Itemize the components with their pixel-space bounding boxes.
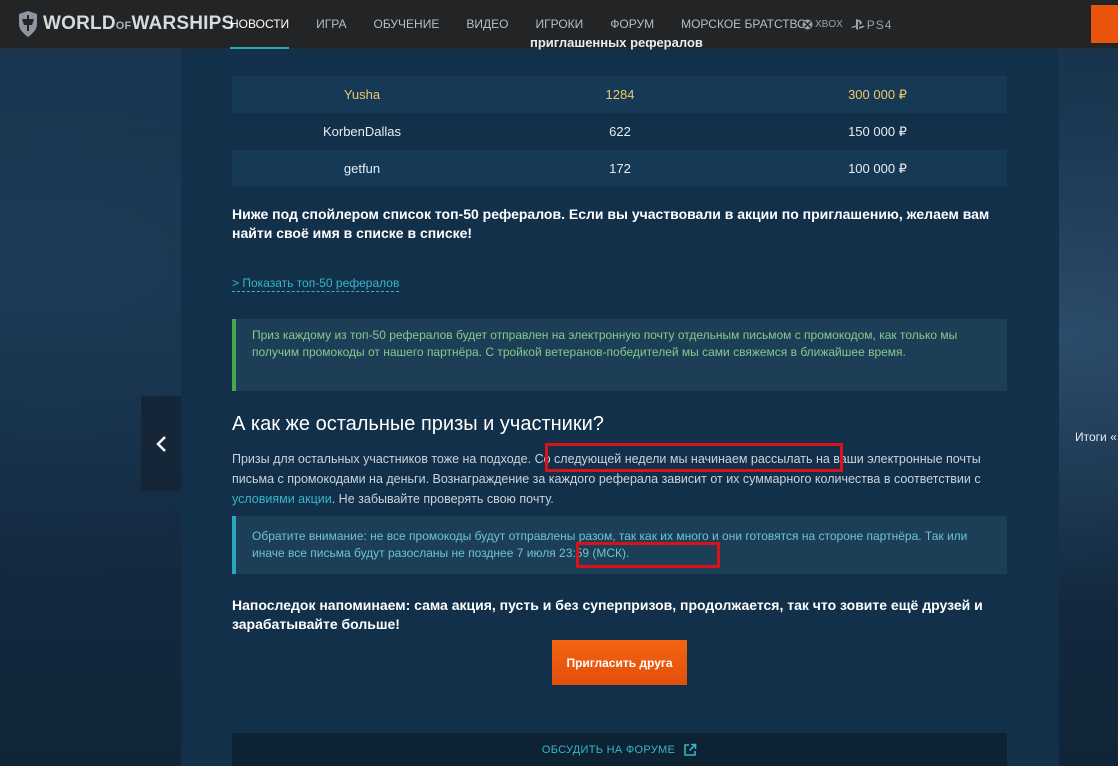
header-cta-button[interactable] (1091, 5, 1118, 43)
referral-table-heading: приглашенных рефералов (530, 40, 703, 50)
referral-prize: 300 000 ₽ (848, 86, 907, 102)
rest-prizes-text-4: . Не забывайте проверять свою почту. (331, 492, 554, 506)
referral-prize: 100 000 ₽ (848, 160, 907, 176)
platform-ps4-link[interactable]: PS4 (850, 17, 893, 32)
previous-article-button[interactable] (141, 396, 181, 491)
show-top50-spoiler-link[interactable]: > Показать топ-50 рефералов (232, 276, 400, 292)
site-logo[interactable]: WORLDOFWARSHIPS (16, 11, 234, 37)
rest-prizes-text-1: Призы для остальных участников тоже на п… (232, 452, 532, 466)
nav-item-video[interactable]: ВИДЕО (466, 0, 508, 49)
final-paragraph: Напоследок напоминаем: сама акция, пусть… (232, 597, 983, 632)
external-link-icon (684, 743, 697, 756)
referral-name: Yusha (343, 87, 381, 102)
referral-name: getfun (343, 161, 381, 176)
logo-text-warships: WARSHIPS (131, 13, 235, 34)
promo-terms-link[interactable]: условиями акции (232, 492, 332, 506)
table-row: Yusha 1284 300 000 ₽ (232, 76, 1007, 113)
logo-text-of: OF (115, 20, 132, 32)
playstation-icon (850, 19, 865, 30)
discuss-on-forum-link[interactable]: ОБСУДИТЬ НА ФОРУМЕ (232, 733, 1007, 766)
next-article-link[interactable]: Итоги « (1075, 430, 1117, 444)
table-row: KorbenDallas 622 150 000 ₽ (232, 113, 1007, 150)
chevron-left-icon (156, 435, 166, 452)
nav-item-learning[interactable]: ОБУЧЕНИЕ (374, 0, 440, 49)
table-row: getfun 172 100 000 ₽ (232, 150, 1007, 187)
highlight-box-deadline (576, 542, 720, 568)
section-heading: А как же остальные призы и участники? (232, 413, 604, 435)
nav-item-game[interactable]: ИГРА (316, 0, 346, 49)
highlight-box-sending (545, 443, 843, 472)
referral-count: 172 (609, 161, 631, 176)
invite-friend-button[interactable]: Пригласить друга (552, 640, 687, 685)
top50-paragraph: Ниже под спойлером список топ-50 реферал… (232, 206, 990, 241)
referral-count: 622 (609, 124, 631, 139)
ps4-label: PS4 (866, 17, 893, 32)
platform-xbox-link[interactable]: XBOX (802, 19, 843, 30)
nav-item-news[interactable]: НОВОСТИ (230, 0, 290, 49)
xbox-label: XBOX (815, 19, 843, 30)
referral-prize: 150 000 ₽ (848, 123, 907, 139)
logo-text-world: WORLD (43, 13, 116, 34)
referral-name: KorbenDallas (322, 124, 402, 139)
platform-links: XBOX PS4 (802, 0, 900, 49)
prize-info-note: Приз каждому из топ-50 рефералов будет о… (232, 319, 1007, 391)
logo-emblem-icon (19, 11, 37, 37)
xbox-icon (802, 19, 813, 30)
forum-link-label: ОБСУДИТЬ НА ФОРУМЕ (541, 743, 676, 756)
referral-count: 1284 (605, 87, 635, 102)
